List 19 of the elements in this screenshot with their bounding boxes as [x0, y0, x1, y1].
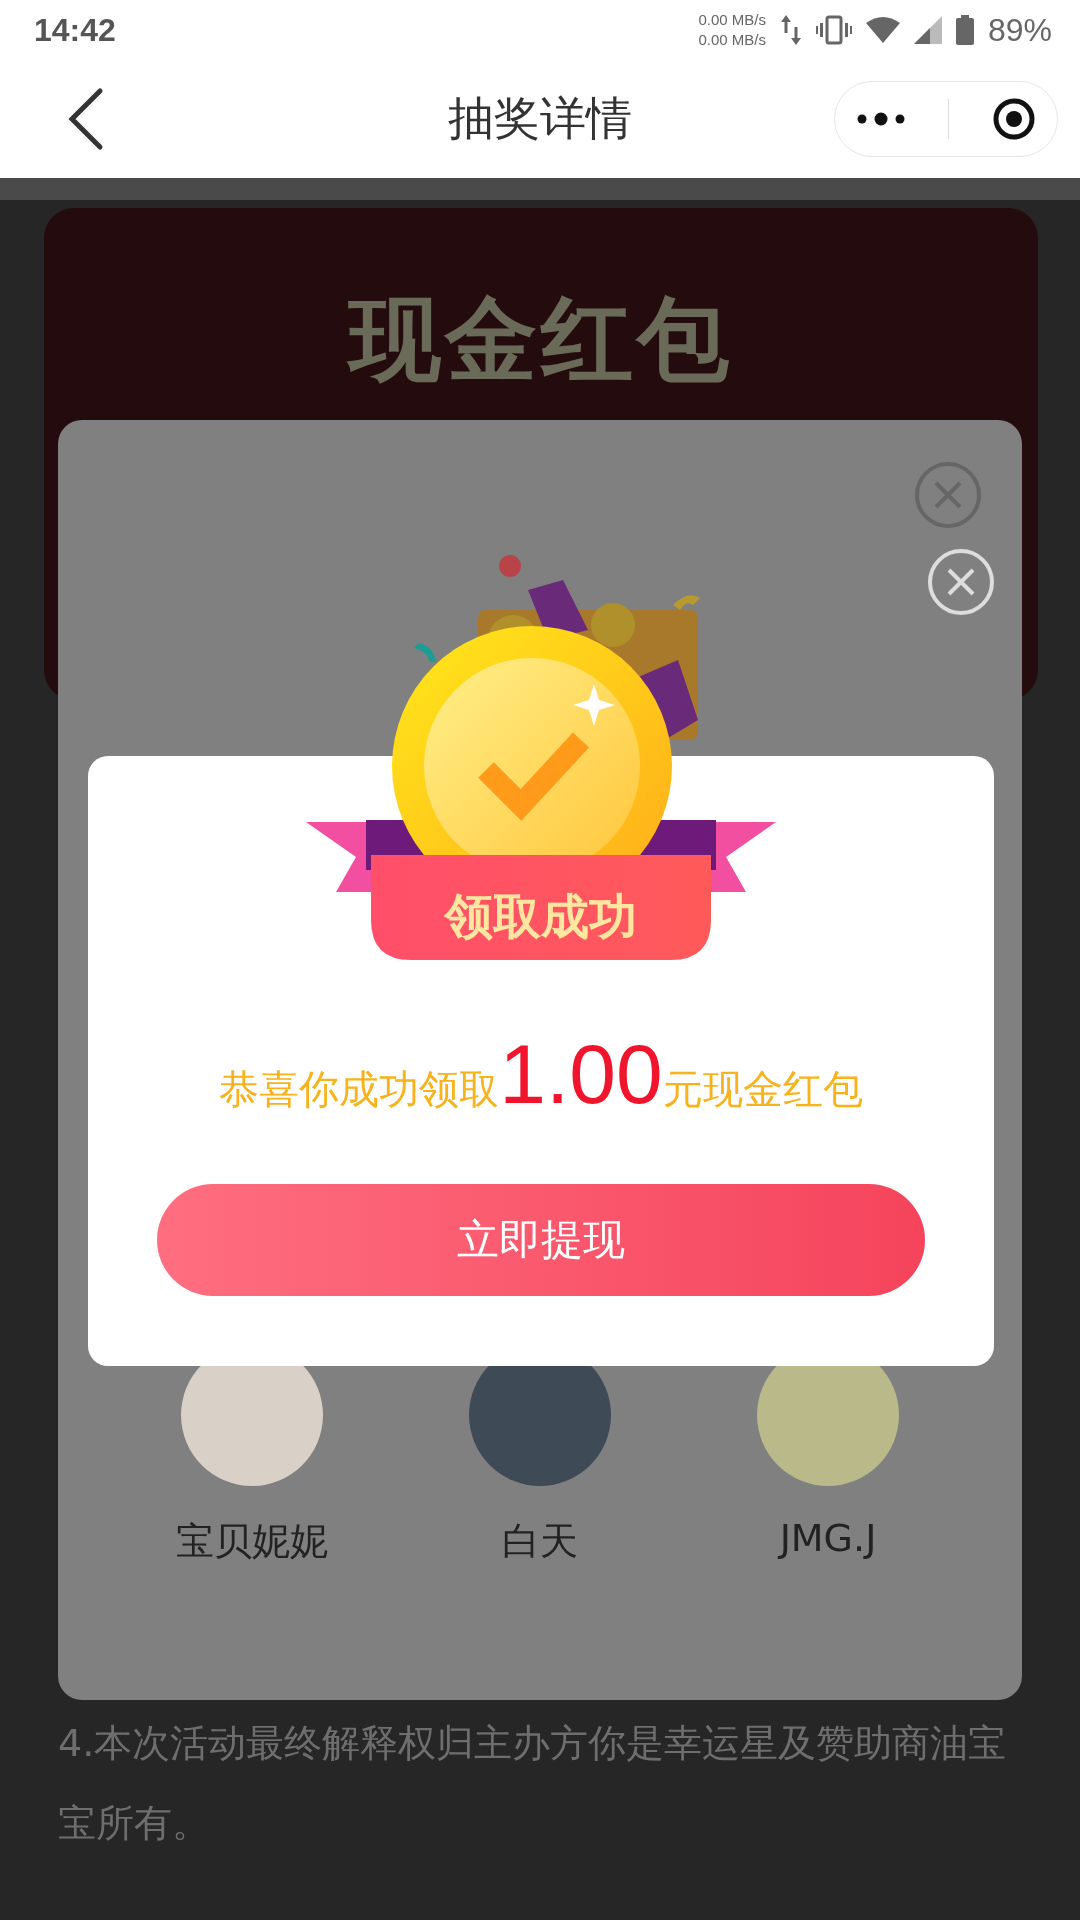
- battery-level: 89%: [987, 11, 1052, 49]
- success-message: 恭喜你成功领取1.00元现金红包: [219, 1026, 863, 1116]
- winner-name: JMG.J: [779, 1516, 877, 1560]
- status-time: 14:42: [34, 11, 116, 49]
- page-title: 抽奖详情: [447, 90, 633, 147]
- close-target-icon[interactable]: [993, 98, 1036, 140]
- signal-icon: [913, 16, 942, 44]
- wifi-icon: [865, 17, 900, 43]
- battery-icon: [955, 15, 974, 45]
- data-transfer-icon: [779, 13, 802, 47]
- network-speed: 0.00 MB/s: [698, 30, 766, 50]
- network-speed: 0.00 MB/s: [698, 10, 766, 30]
- vibrate-icon: [815, 15, 852, 45]
- success-badge-text: 领取成功: [443, 888, 638, 944]
- withdraw-button[interactable]: 立即提现: [157, 1184, 925, 1296]
- winner-name: 白天: [502, 1518, 578, 1565]
- winner-name: 宝贝妮妮: [176, 1518, 328, 1565]
- rules-text: 4.本次活动最终解释权归主办方你是幸运星及赞助商油宝宝所有。: [58, 1720, 1008, 1847]
- more-icon[interactable]: [856, 112, 905, 126]
